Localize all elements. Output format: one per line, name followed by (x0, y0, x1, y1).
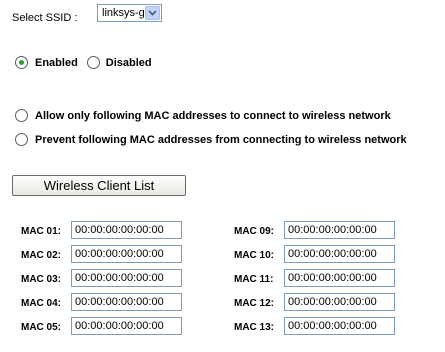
mac-label: MAC 05: (21, 322, 62, 333)
chevron-down-icon[interactable] (145, 6, 160, 20)
mac-input[interactable]: 00:00:00:00:00:00 (71, 269, 182, 287)
mac-input[interactable]: 00:00:00:00:00:00 (71, 317, 182, 335)
mac-input[interactable]: 00:00:00:00:00:00 (284, 317, 395, 335)
mode-radio-group: Enabled Disabled (15, 56, 152, 69)
prevent-option: Prevent following MAC addresses from con… (15, 133, 407, 146)
prevent-label: Prevent following MAC addresses from con… (35, 133, 407, 146)
mac-input[interactable]: 00:00:00:00:00:00 (284, 293, 395, 311)
mac-input[interactable]: 00:00:00:00:00:00 (71, 293, 182, 311)
mac-label: MAC 03: (21, 274, 62, 285)
mac-label: MAC 13: (234, 322, 275, 333)
mac-label: MAC 12: (234, 298, 275, 309)
mac-input[interactable]: 00:00:00:00:00:00 (71, 221, 182, 239)
radio-selected-dot (19, 60, 24, 65)
prevent-radio[interactable] (15, 133, 28, 146)
ssid-label: Select SSID : (12, 12, 78, 24)
mac-label: MAC 01: (21, 226, 62, 237)
mac-input[interactable]: 00:00:00:00:00:00 (284, 221, 395, 239)
mac-label: MAC 10: (234, 250, 275, 261)
allow-option: Allow only following MAC addresses to co… (15, 109, 391, 122)
mac-input[interactable]: 00:00:00:00:00:00 (284, 245, 395, 263)
ssid-selected-value: linksys-g (102, 7, 145, 19)
enabled-label: Enabled (35, 56, 78, 69)
disabled-radio[interactable] (86, 56, 100, 69)
mac-input[interactable]: 00:00:00:00:00:00 (284, 269, 395, 287)
mac-label: MAC 02: (21, 250, 62, 261)
wireless-client-list-button[interactable]: Wireless Client List (12, 175, 186, 196)
allow-label: Allow only following MAC addresses to co… (35, 109, 391, 122)
ssid-select[interactable]: linksys-g (97, 4, 162, 22)
mac-label: MAC 04: (21, 298, 62, 309)
mac-label: MAC 11: (234, 274, 274, 285)
enabled-radio[interactable] (15, 56, 28, 69)
mac-label: MAC 09: (234, 226, 275, 237)
mac-input[interactable]: 00:00:00:00:00:00 (71, 245, 182, 263)
disabled-label: Disabled (105, 56, 152, 69)
allow-radio[interactable] (15, 109, 28, 122)
